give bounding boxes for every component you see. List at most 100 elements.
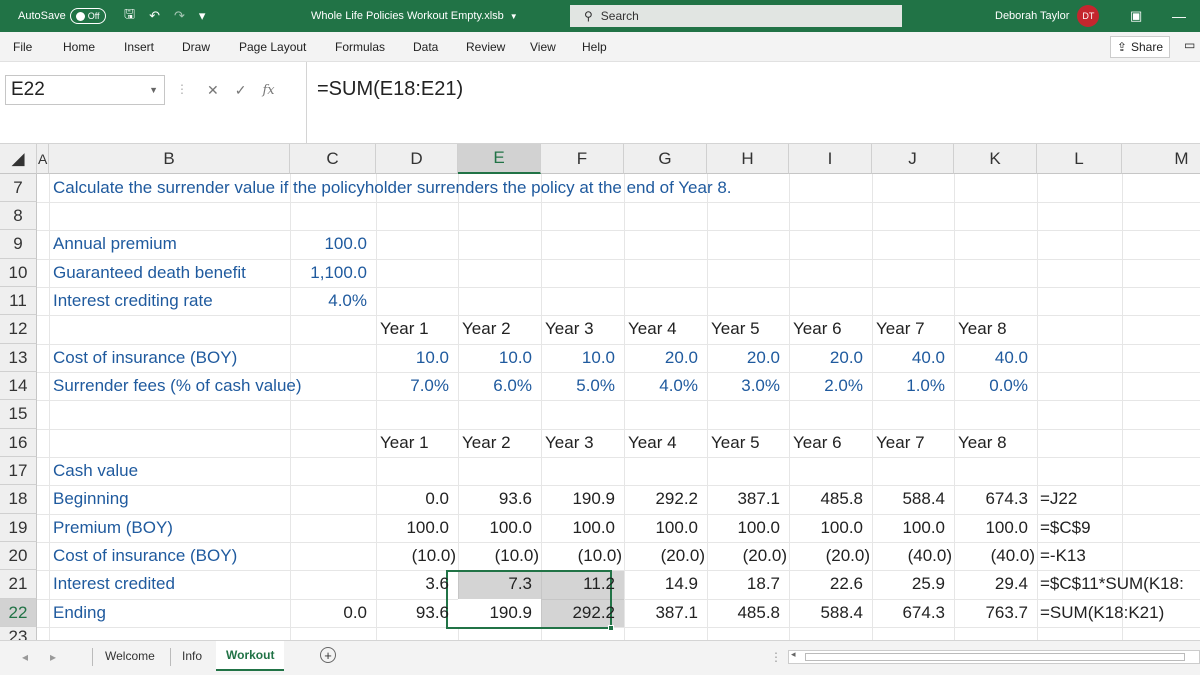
cell-g14[interactable]: 4.0% [624, 372, 698, 400]
sheet-tab-welcome[interactable]: Welcome [95, 641, 165, 671]
cell-b18[interactable]: Beginning [53, 485, 129, 513]
cell-g13[interactable]: 20.0 [624, 344, 698, 372]
customize-qat-icon[interactable]: ▾ [199, 8, 206, 24]
cell-j19[interactable]: 100.0 [872, 514, 945, 542]
scrollbar-thumb[interactable] [805, 653, 1185, 661]
column-header-h[interactable]: H [707, 144, 789, 174]
cell-l18[interactable]: =J22 [1040, 485, 1077, 513]
cell-k12[interactable]: Year 8 [958, 315, 1007, 343]
row-header-14[interactable]: 14 [0, 372, 37, 400]
cell-j21[interactable]: 25.9 [872, 570, 945, 598]
cell-g12[interactable]: Year 4 [628, 315, 677, 343]
row-header-15[interactable]: 15 [0, 400, 37, 429]
scroll-left-icon[interactable]: ◂ [22, 650, 28, 664]
column-header-c[interactable]: C [290, 144, 376, 174]
cell-i14[interactable]: 2.0% [789, 372, 863, 400]
cell-j13[interactable]: 40.0 [872, 344, 945, 372]
cell-c22[interactable]: 0.0 [290, 599, 367, 627]
cell-b10[interactable]: Guaranteed death benefit [53, 259, 246, 287]
tab-help[interactable]: Help [582, 40, 607, 54]
cell-b11[interactable]: Interest crediting rate [53, 287, 213, 315]
cell-e21[interactable]: 7.3 [458, 570, 532, 598]
formula-input[interactable]: =SUM(E18:E21) [306, 62, 1200, 144]
cell-b9[interactable]: Annual premium [53, 230, 177, 258]
tab-draw[interactable]: Draw [182, 40, 210, 54]
enter-icon[interactable]: ✓ [235, 82, 247, 99]
ribbon-display-options-icon[interactable]: ▣ [1130, 0, 1142, 32]
cell-d21[interactable]: 3.6 [376, 570, 449, 598]
cell-b20[interactable]: Cost of insurance (BOY) [53, 542, 237, 570]
cell-e12[interactable]: Year 2 [462, 315, 511, 343]
minimize-icon[interactable]: — [1172, 0, 1186, 32]
row-header-12[interactable]: 12 [0, 315, 37, 344]
cell-g16[interactable]: Year 4 [628, 429, 677, 457]
save-icon[interactable]: 🖫 [124, 5, 135, 27]
cell-l22[interactable]: =SUM(K18:K21) [1040, 599, 1164, 627]
sheet-tab-info[interactable]: Info [172, 641, 212, 671]
row-header-16[interactable]: 16 [0, 429, 37, 457]
cell-e14[interactable]: 6.0% [458, 372, 532, 400]
cell-h13[interactable]: 20.0 [707, 344, 780, 372]
cell-e13[interactable]: 10.0 [458, 344, 532, 372]
row-header-10[interactable]: 10 [0, 259, 37, 287]
cell-k21[interactable]: 29.4 [954, 570, 1028, 598]
cell-k22[interactable]: 763.7 [954, 599, 1028, 627]
cell-i21[interactable]: 22.6 [789, 570, 863, 598]
cell-c11[interactable]: 4.0% [290, 287, 367, 315]
column-header-m[interactable]: M [1122, 144, 1200, 174]
cell-d20[interactable]: (10.0) [376, 542, 456, 570]
worksheet[interactable]: ◢ A B C D E F G H I J K L M 7 8 9 10 11 … [0, 144, 1200, 640]
document-title[interactable]: Whole Life Policies Workout Empty.xlsb ▼ [311, 0, 518, 32]
autosave-toggle[interactable]: Off [69, 8, 106, 24]
column-header-k[interactable]: K [954, 144, 1037, 174]
cell-k13[interactable]: 40.0 [954, 344, 1028, 372]
cell-d19[interactable]: 100.0 [376, 514, 449, 542]
cell-f19[interactable]: 100.0 [541, 514, 615, 542]
column-header-e[interactable]: E [458, 144, 541, 174]
row-header-11[interactable]: 11 [0, 287, 37, 315]
cell-i20[interactable]: (20.0) [789, 542, 870, 570]
cell-i16[interactable]: Year 6 [793, 429, 842, 457]
cell-e19[interactable]: 100.0 [458, 514, 532, 542]
cell-g19[interactable]: 100.0 [624, 514, 698, 542]
row-header-9[interactable]: 9 [0, 230, 37, 259]
cell-e22[interactable]: 190.9 [458, 599, 532, 627]
cell-b17[interactable]: Cash value [53, 457, 138, 485]
more-icon[interactable]: ⋮ [176, 82, 188, 96]
undo-icon[interactable]: ↶ [149, 8, 160, 24]
row-header-18[interactable]: 18 [0, 485, 37, 514]
cell-k19[interactable]: 100.0 [954, 514, 1028, 542]
cell-d14[interactable]: 7.0% [376, 372, 449, 400]
cell-k18[interactable]: 674.3 [954, 485, 1028, 513]
cell-h21[interactable]: 18.7 [707, 570, 780, 598]
cell-g22[interactable]: 387.1 [624, 599, 698, 627]
cell-e18[interactable]: 93.6 [458, 485, 532, 513]
cell-b19[interactable]: Premium (BOY) [53, 514, 173, 542]
cell-d13[interactable]: 10.0 [376, 344, 449, 372]
row-header-8[interactable]: 8 [0, 202, 37, 230]
row-header-17[interactable]: 17 [0, 457, 37, 485]
row-header-19[interactable]: 19 [0, 514, 37, 542]
cell-d22[interactable]: 93.6 [376, 599, 449, 627]
tab-home[interactable]: Home [63, 40, 95, 54]
cell-c9[interactable]: 100.0 [290, 230, 367, 258]
cell-g20[interactable]: (20.0) [624, 542, 705, 570]
horizontal-scrollbar[interactable]: ◂ [788, 649, 1200, 664]
cell-i18[interactable]: 485.8 [789, 485, 863, 513]
select-all-corner[interactable]: ◢ [0, 144, 37, 174]
cell-d12[interactable]: Year 1 [380, 315, 429, 343]
cell-b14[interactable]: Surrender fees (% of cash value) [53, 372, 302, 400]
cell-b7[interactable]: Calculate the surrender value if the pol… [53, 174, 732, 202]
cell-b21[interactable]: Interest credited [53, 570, 175, 598]
cell-d16[interactable]: Year 1 [380, 429, 429, 457]
row-header-22[interactable]: 22 [0, 599, 37, 627]
more-icon[interactable]: ⋮ [770, 650, 782, 664]
cell-i12[interactable]: Year 6 [793, 315, 842, 343]
cell-c10[interactable]: 1,100.0 [290, 259, 367, 287]
column-header-d[interactable]: D [376, 144, 458, 174]
column-header-j[interactable]: J [872, 144, 954, 174]
cell-h22[interactable]: 485.8 [707, 599, 780, 627]
tab-page-layout[interactable]: Page Layout [239, 40, 306, 54]
cell-i19[interactable]: 100.0 [789, 514, 863, 542]
cell-f12[interactable]: Year 3 [545, 315, 594, 343]
